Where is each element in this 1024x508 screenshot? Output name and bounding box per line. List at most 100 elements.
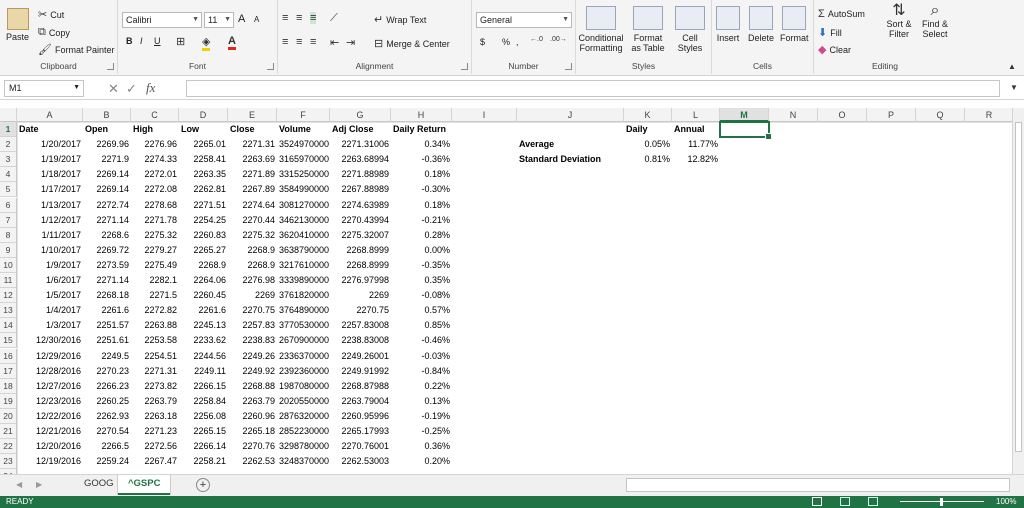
data-cell[interactable]: 2271.89 — [228, 167, 277, 182]
data-cell[interactable]: 1/5/2017 — [17, 288, 83, 303]
fill-color-button[interactable]: ◈ — [202, 35, 211, 51]
delete-button[interactable]: Delete — [748, 6, 774, 43]
data-cell[interactable]: 2260.95996 — [330, 409, 391, 424]
data-cell[interactable]: -0.84% — [391, 364, 452, 379]
expand-formula-button[interactable]: ▼ — [1010, 83, 1018, 92]
format-button[interactable]: Format — [780, 6, 809, 43]
data-cell[interactable]: 2262.53003 — [330, 454, 391, 469]
next-sheet-button[interactable]: ▶ — [36, 480, 42, 489]
data-cell[interactable]: 2276.98 — [228, 273, 277, 288]
align-left-button[interactable]: ≡ — [282, 36, 288, 48]
row-header-14[interactable]: 14 — [0, 318, 17, 334]
data-cell[interactable]: 2268.88 — [228, 379, 277, 394]
align-middle-button[interactable]: ≡ — [296, 12, 302, 24]
data-cell[interactable]: 2254.25 — [179, 213, 228, 228]
data-cell[interactable]: 3761820000 — [277, 288, 330, 303]
clipboard-launcher[interactable] — [107, 63, 114, 70]
data-cell[interactable]: 2278.68 — [131, 198, 179, 213]
data-cell[interactable]: 2274.63989 — [330, 198, 391, 213]
header-cell[interactable]: Close — [228, 122, 277, 137]
data-cell[interactable]: 2257.83 — [228, 318, 277, 333]
data-cell[interactable]: 2268.6 — [83, 228, 131, 243]
data-cell[interactable]: -0.08% — [391, 288, 452, 303]
column-header-r[interactable]: R — [965, 108, 1012, 122]
formula-input[interactable] — [186, 80, 1000, 97]
underline-button[interactable]: U — [154, 36, 161, 46]
data-cell[interactable]: 0.20% — [391, 454, 452, 469]
page-break-icon[interactable] — [868, 497, 878, 506]
data-cell[interactable]: 2271.31 — [228, 137, 277, 152]
data-cell[interactable]: 2245.13 — [179, 318, 228, 333]
data-cell[interactable]: 2261.6 — [179, 303, 228, 318]
column-header-j[interactable]: J — [517, 108, 624, 122]
data-cell[interactable]: 2265.15 — [179, 424, 228, 439]
row-header-11[interactable]: 11 — [0, 273, 17, 289]
data-cell[interactable]: 2282.1 — [131, 273, 179, 288]
data-cell[interactable]: 0.34% — [391, 137, 452, 152]
data-cell[interactable]: 2274.64 — [228, 198, 277, 213]
font-name-select[interactable]: Calibri ▼ — [122, 12, 202, 28]
row-header-8[interactable]: 8 — [0, 227, 17, 243]
data-cell[interactable]: 0.18% — [391, 167, 452, 182]
autosum-button[interactable]: Σ AutoSum — [818, 8, 865, 20]
format-painter-button[interactable]: 🖌 Format Painter — [38, 43, 115, 56]
data-cell[interactable]: 2270.44 — [228, 213, 277, 228]
column-header-p[interactable]: P — [867, 108, 916, 122]
cancel-entry-button[interactable]: ✕ — [108, 81, 119, 97]
data-cell[interactable]: 1/11/2017 — [17, 228, 83, 243]
data-cell[interactable]: 2275.49 — [131, 258, 179, 273]
data-cell[interactable]: 2336370000 — [277, 349, 330, 364]
number-format-select[interactable]: General ▼ — [476, 12, 572, 28]
data-cell[interactable]: 2266.23 — [83, 379, 131, 394]
data-cell[interactable]: 2249.26001 — [330, 349, 391, 364]
data-cell[interactable]: 1/18/2017 — [17, 167, 83, 182]
stdev-label[interactable]: Standard Deviation — [517, 152, 624, 167]
data-cell[interactable]: 2273.59 — [83, 258, 131, 273]
data-cell[interactable]: 2268.8999 — [330, 258, 391, 273]
row-header-10[interactable]: 10 — [0, 257, 17, 273]
data-cell[interactable]: 3081270000 — [277, 198, 330, 213]
data-cell[interactable]: 2263.79 — [228, 394, 277, 409]
merge-center-button[interactable]: ⊟ Merge & Center — [374, 37, 450, 50]
data-cell[interactable]: 2259.24 — [83, 454, 131, 469]
column-header-a[interactable]: A — [17, 108, 83, 122]
conditional-formatting-button[interactable]: Conditional Formatting — [578, 6, 624, 53]
row-header-17[interactable]: 17 — [0, 363, 17, 379]
data-cell[interactable]: 12/27/2016 — [17, 379, 83, 394]
horizontal-scrollbar[interactable] — [626, 478, 1010, 492]
increase-indent-button[interactable]: ⇥ — [346, 36, 355, 49]
collapse-ribbon-button[interactable]: ▲ — [1008, 62, 1016, 71]
average-annual[interactable]: 11.77% — [672, 137, 720, 152]
data-cell[interactable]: 2275.32 — [228, 228, 277, 243]
data-cell[interactable]: -0.30% — [391, 182, 452, 197]
data-cell[interactable]: 2876320000 — [277, 409, 330, 424]
data-cell[interactable]: 2233.62 — [179, 333, 228, 348]
data-cell[interactable]: 3248370000 — [277, 454, 330, 469]
increase-decimal-button[interactable]: ←.0 — [530, 36, 543, 43]
row-header-23[interactable]: 23 — [0, 454, 17, 470]
data-cell[interactable]: 1/4/2017 — [17, 303, 83, 318]
data-cell[interactable]: 0.22% — [391, 379, 452, 394]
data-cell[interactable]: 1/10/2017 — [17, 243, 83, 258]
data-cell[interactable]: 1/20/2017 — [17, 137, 83, 152]
data-cell[interactable]: 2260.25 — [83, 394, 131, 409]
row-header-20[interactable]: 20 — [0, 408, 17, 424]
row-header-21[interactable]: 21 — [0, 424, 17, 440]
data-cell[interactable]: 2263.35 — [179, 167, 228, 182]
data-cell[interactable]: 2270.54 — [83, 424, 131, 439]
decrease-decimal-button[interactable]: .00→ — [550, 36, 567, 43]
data-cell[interactable]: -0.36% — [391, 152, 452, 167]
data-cell[interactable]: 2258.41 — [179, 152, 228, 167]
data-cell[interactable]: 2276.97998 — [330, 273, 391, 288]
data-cell[interactable]: 2268.87988 — [330, 379, 391, 394]
row-header-19[interactable]: 19 — [0, 393, 17, 409]
data-cell[interactable]: 0.00% — [391, 243, 452, 258]
row-header-18[interactable]: 18 — [0, 378, 17, 394]
data-cell[interactable]: 3339890000 — [277, 273, 330, 288]
font-color-button[interactable]: A — [228, 35, 236, 50]
font-size-select[interactable]: 11 ▼ — [204, 12, 234, 28]
column-header-g[interactable]: G — [330, 108, 391, 122]
insert-button[interactable]: Insert — [716, 6, 740, 43]
data-cell[interactable]: 3764890000 — [277, 303, 330, 318]
cell-styles-button[interactable]: Cell Styles — [674, 6, 706, 53]
